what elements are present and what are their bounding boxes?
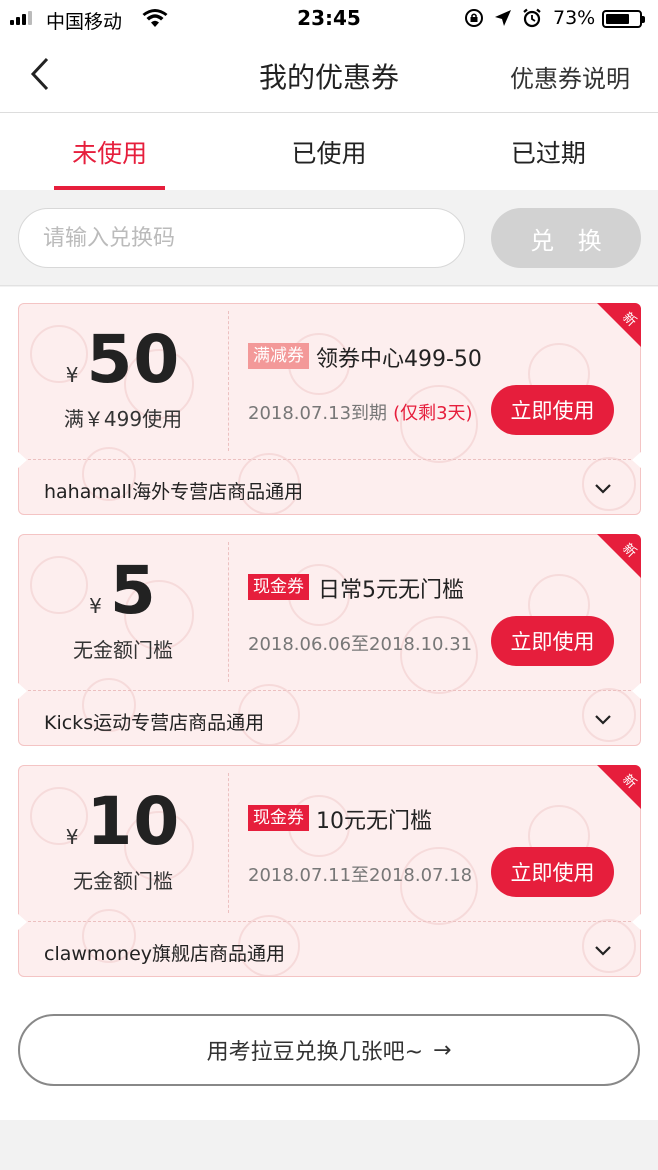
redeem-code-input[interactable] — [18, 208, 465, 268]
coupon-date: 2018.07.11至2018.07.18 — [248, 865, 473, 886]
arrow-right-icon: → — [433, 1037, 452, 1063]
new-badge: 新 — [597, 765, 641, 809]
coupon-card: ¥50 满￥499使用 满减券 领券中心499-50 2018.07.13到期(… — [17, 303, 642, 515]
coupon-value: 10 — [86, 783, 181, 860]
signal-icon — [10, 11, 32, 25]
chevron-down-icon — [595, 946, 611, 956]
rotation-lock-icon — [465, 9, 483, 27]
new-badge: 新 — [597, 303, 641, 347]
coupon-name: 日常5元无门槛 — [318, 578, 464, 603]
coupon-divider — [228, 311, 229, 451]
coupon-scope: hahamall海外专营店商品通用 — [44, 481, 304, 503]
coupon-type-tag: 满减券 — [248, 343, 309, 369]
location-icon — [495, 10, 511, 26]
coupon-condition: 无金额门槛 — [73, 869, 173, 893]
coupon-type-tag: 现金券 — [248, 574, 309, 600]
expand-button[interactable] — [591, 710, 615, 730]
coupon-currency: ¥ — [89, 594, 102, 618]
coupon-scope: Kicks运动专营店商品通用 — [44, 712, 265, 734]
coupon-value: 50 — [86, 321, 181, 398]
coupon-currency: ¥ — [65, 363, 79, 387]
use-now-button[interactable]: 立即使用 — [491, 385, 614, 435]
coupon-list: ¥50 满￥499使用 满减券 领券中心499-50 2018.07.13到期(… — [0, 287, 658, 1120]
exchange-beans-button[interactable]: 用考拉豆兑换几张吧~ → — [18, 1014, 640, 1086]
coupon-type-tag: 现金券 — [248, 805, 309, 831]
battery-percent: 73% — [553, 7, 596, 29]
coupon-scope: clawmoney旗舰店商品通用 — [44, 943, 286, 965]
redeem-section: 兑 换 — [0, 190, 658, 286]
coupon-remaining: (仅剩3天) — [393, 403, 473, 424]
coupon-validity: 2018.07.13到期 (仅剩3天) — [248, 399, 473, 425]
coupon-name: 10元无门槛 — [316, 809, 432, 834]
bottom-spacer — [0, 1120, 658, 1170]
expand-button[interactable] — [591, 479, 615, 499]
coupon-divider — [28, 921, 631, 922]
expand-button[interactable] — [591, 941, 615, 961]
chevron-down-icon — [595, 484, 611, 494]
carrier-name: 中国移动 — [46, 11, 123, 33]
wifi-icon — [142, 9, 168, 27]
use-now-button[interactable]: 立即使用 — [491, 616, 614, 666]
tab-expired[interactable]: 已过期 — [439, 113, 658, 190]
coupon-value: 5 — [109, 552, 157, 629]
chevron-left-icon — [30, 57, 49, 91]
nav-bar: 我的优惠券 优惠券说明 — [0, 36, 658, 113]
coupon-currency: ¥ — [65, 825, 79, 849]
redeem-button[interactable]: 兑 换 — [491, 208, 641, 268]
use-now-button[interactable]: 立即使用 — [491, 847, 614, 897]
coupon-name: 领券中心499-50 — [316, 347, 482, 372]
chevron-down-icon — [595, 715, 611, 725]
status-bar: 中国移动 23:45 73% — [0, 0, 658, 36]
new-badge: 新 — [597, 534, 641, 578]
tab-unused[interactable]: 未使用 — [0, 113, 219, 190]
coupon-tabs: 未使用 已使用 已过期 — [0, 113, 658, 190]
back-button[interactable] — [20, 54, 60, 94]
alarm-icon — [523, 8, 541, 28]
coupon-validity: 2018.06.06至2018.10.31 — [248, 630, 472, 656]
coupon-divider — [228, 773, 229, 913]
coupon-date: 2018.06.06至2018.10.31 — [248, 634, 473, 655]
tab-used[interactable]: 已使用 — [219, 113, 438, 190]
coupon-date: 2018.07.13到期 — [248, 403, 388, 424]
coupon-divider — [28, 459, 631, 460]
coupon-divider — [228, 542, 229, 682]
coupon-help-link[interactable]: 优惠券说明 — [510, 59, 630, 94]
exchange-label: 用考拉豆兑换几张吧~ — [206, 1040, 423, 1065]
coupon-condition: 满￥499使用 — [63, 407, 183, 431]
coupon-validity: 2018.07.11至2018.07.18 — [248, 861, 472, 887]
coupon-card: ¥5 无金额门槛 现金券 日常5元无门槛 2018.06.06至2018.10.… — [17, 534, 642, 746]
coupon-card: ¥10 无金额门槛 现金券 10元无门槛 2018.07.11至2018.07.… — [17, 765, 642, 977]
coupon-condition: 无金额门槛 — [73, 638, 173, 662]
battery-icon — [602, 10, 645, 28]
coupon-divider — [28, 690, 631, 691]
